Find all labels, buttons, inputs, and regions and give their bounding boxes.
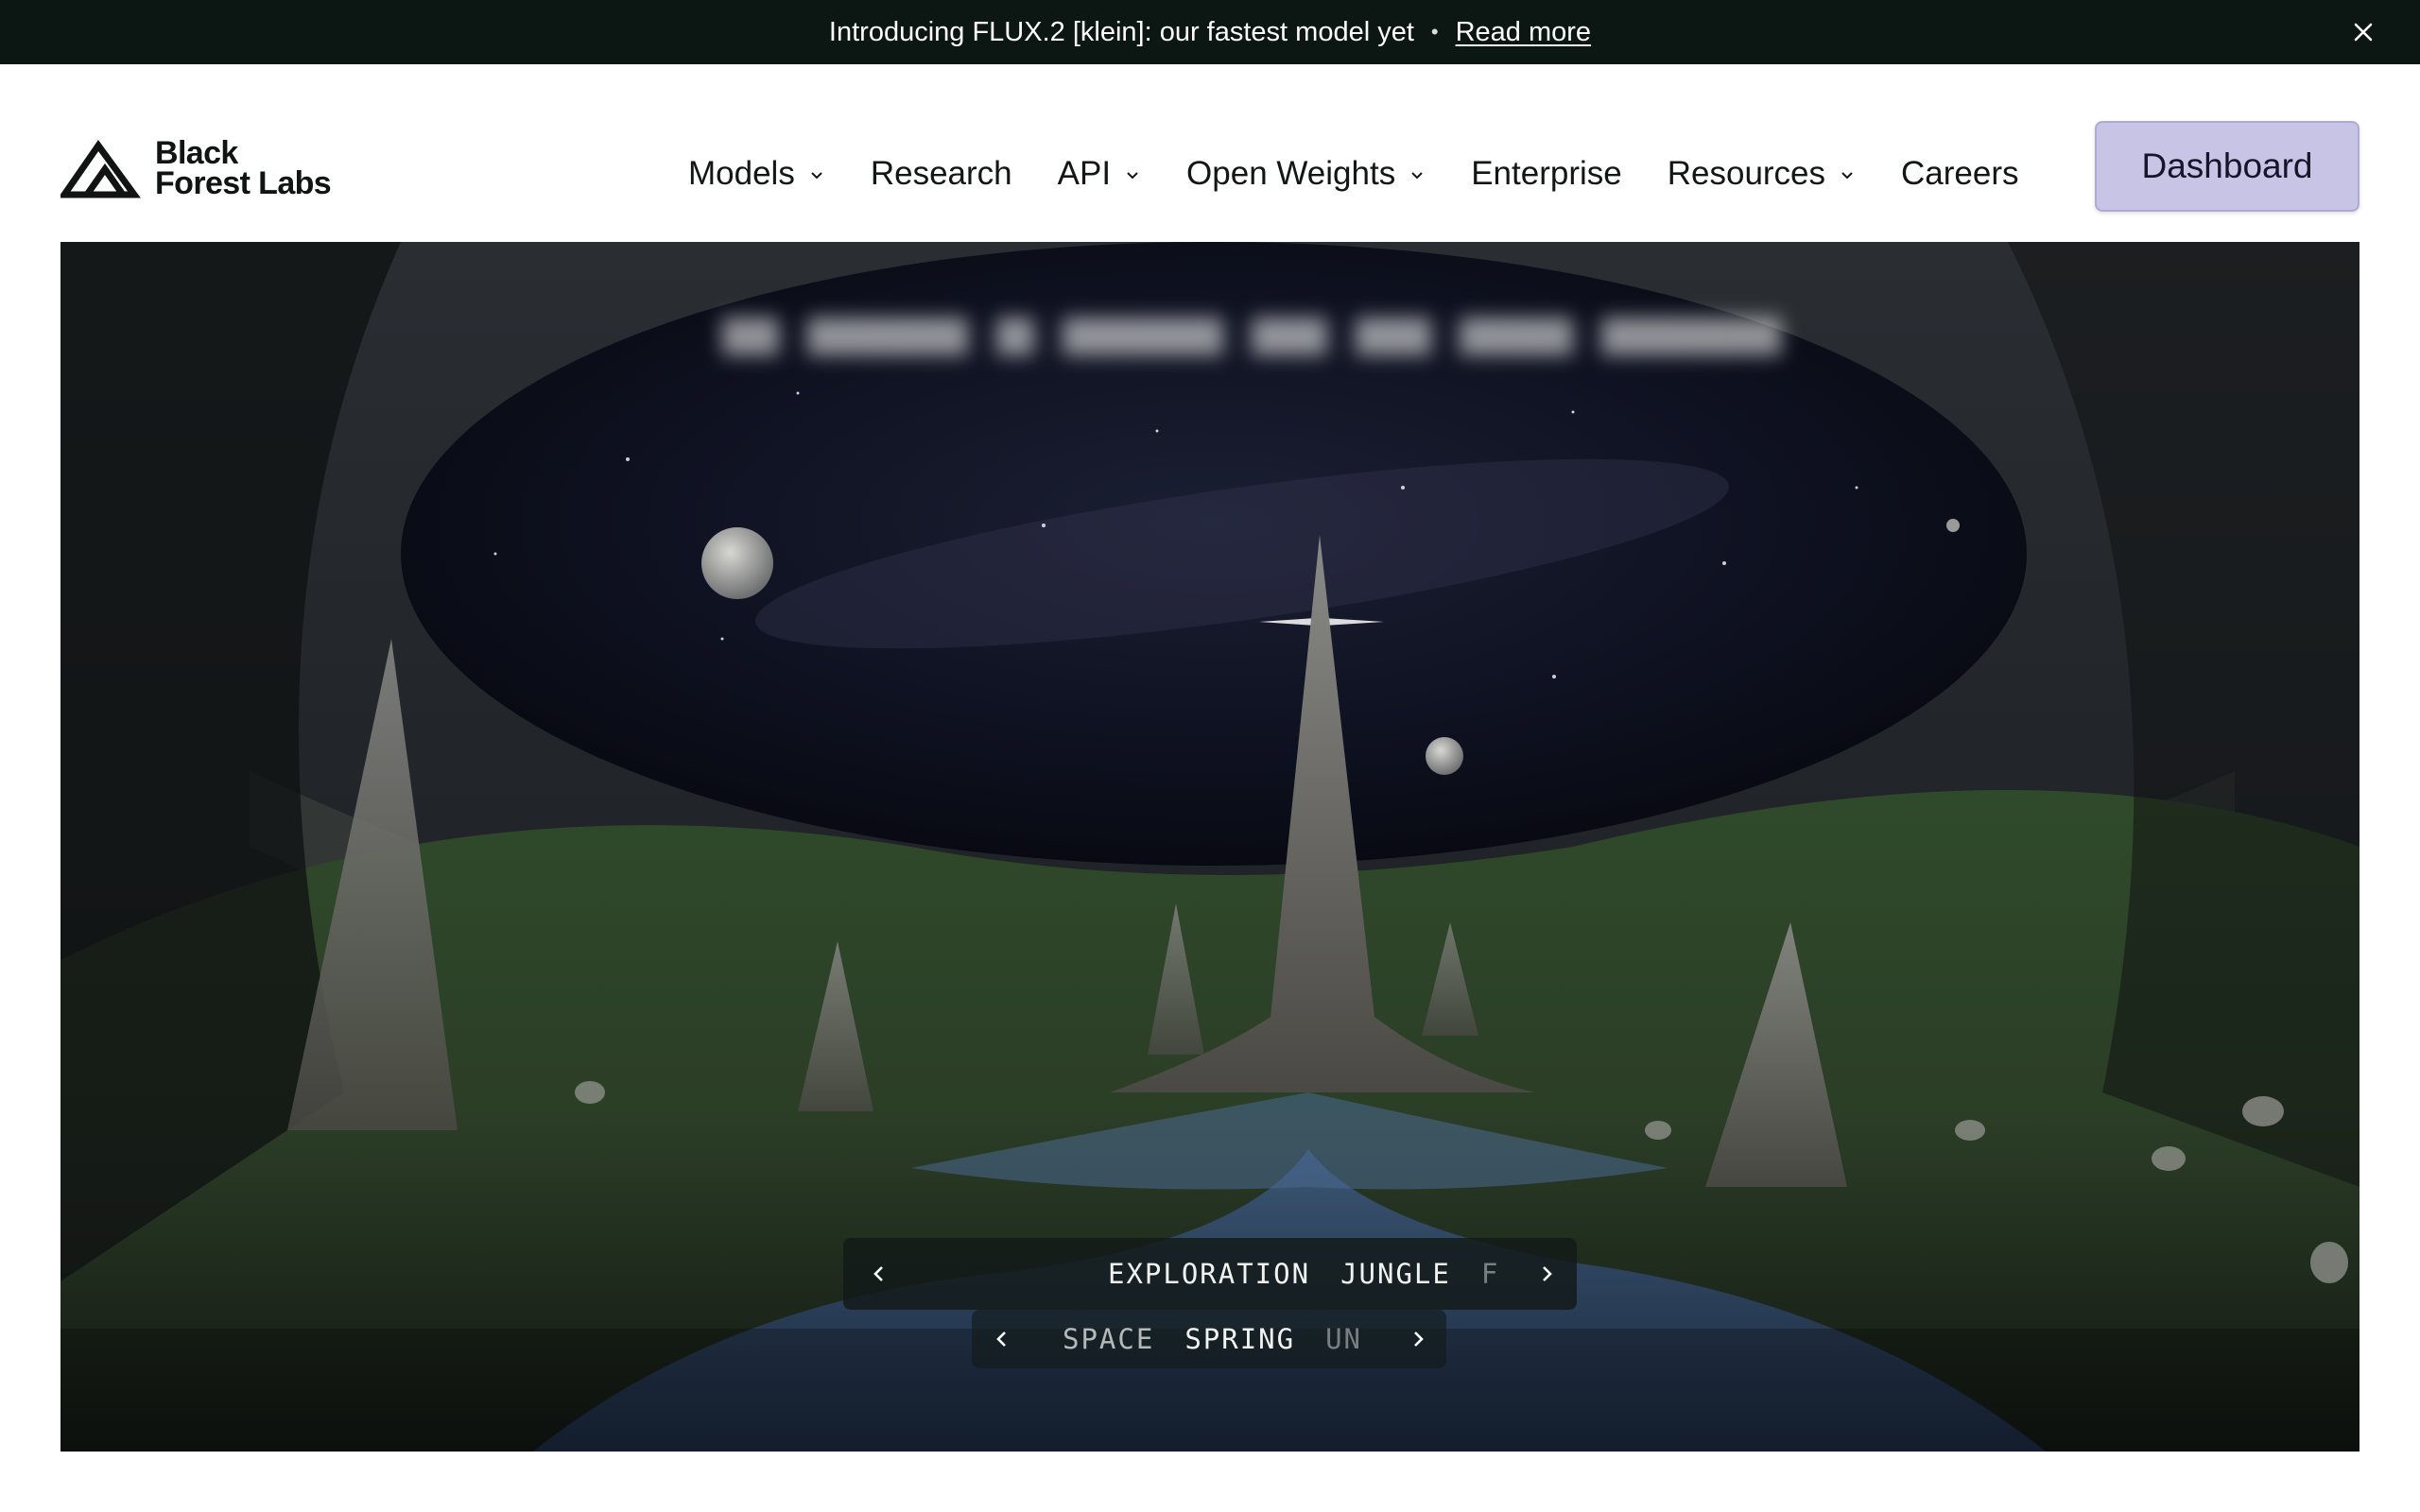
- carousel-word[interactable]: UN: [1325, 1323, 1362, 1355]
- chevron-down-icon: [1841, 172, 1853, 180]
- brand-name-line1: Black: [155, 135, 238, 171]
- nav-careers-label: Careers: [1901, 155, 2019, 192]
- nav-enterprise[interactable]: Enterprise: [1471, 155, 1622, 193]
- nav-models-label: Models: [688, 155, 795, 192]
- carousel-word[interactable]: SPRING: [1184, 1323, 1295, 1355]
- nav-resources[interactable]: Resources: [1668, 155, 1856, 193]
- chevron-left-icon[interactable]: [989, 1326, 1015, 1352]
- nav-open-weights-label: Open Weights: [1186, 155, 1396, 192]
- carousel-word[interactable]: F: [1481, 1258, 1499, 1290]
- nav-enterprise-label: Enterprise: [1471, 155, 1622, 192]
- carousel-words-primary: EXPLORATION JUNGLE F: [1108, 1238, 1524, 1310]
- announcement-text: Introducing FLUX.2 [klein]: our fastest …: [828, 16, 1414, 47]
- main-nav: Models Research API Open Weights Enterpr…: [688, 144, 2019, 204]
- announcement-separator: •: [1430, 20, 1439, 43]
- carousel-word[interactable]: JUNGLE: [1340, 1258, 1451, 1290]
- site-header: Black Forest Labs Models Research API Op…: [0, 64, 2420, 242]
- nav-api[interactable]: API: [1058, 155, 1141, 193]
- prompt-carousel-primary: EXPLORATION JUNGLE F: [843, 1238, 1577, 1310]
- brand-logo[interactable]: Black Forest Labs: [60, 135, 332, 201]
- brand-name: Black Forest Labs: [155, 135, 332, 201]
- logo-mark-icon: [60, 139, 141, 198]
- chevron-left-icon[interactable]: [866, 1261, 892, 1287]
- nav-careers[interactable]: Careers: [1901, 155, 2018, 193]
- read-more-link[interactable]: Read more: [1456, 17, 1591, 48]
- brand-name-line2: Forest Labs: [155, 165, 332, 201]
- nav-models[interactable]: Models: [688, 155, 825, 193]
- close-icon[interactable]: [2348, 17, 2378, 47]
- nav-api-label: API: [1057, 155, 1112, 192]
- nav-research[interactable]: Research: [871, 155, 1012, 193]
- dashboard-button[interactable]: Dashboard: [2095, 121, 2360, 212]
- chevron-right-icon[interactable]: [1533, 1261, 1560, 1287]
- carousel-word[interactable]: SPACE: [1063, 1323, 1154, 1355]
- hero-image: EXPLORATION JUNGLE F SPACE SPRING UN: [60, 242, 2360, 1452]
- chevron-down-icon: [1411, 172, 1423, 180]
- chevron-right-icon[interactable]: [1405, 1326, 1431, 1352]
- carousel-word[interactable]: EXPLORATION: [1108, 1258, 1310, 1290]
- nav-resources-label: Resources: [1667, 155, 1826, 192]
- announcement-bar: Introducing FLUX.2 [klein]: our fastest …: [0, 0, 2420, 64]
- prompt-carousel-secondary: SPACE SPRING UN: [972, 1310, 1446, 1368]
- nav-research-label: Research: [870, 155, 1012, 192]
- chevron-down-icon: [811, 172, 822, 180]
- nav-open-weights[interactable]: Open Weights: [1186, 155, 1426, 193]
- blurred-caption: [722, 318, 1781, 355]
- carousel-words-secondary: SPACE SPRING UN: [1063, 1310, 1365, 1368]
- chevron-down-icon: [1127, 172, 1138, 180]
